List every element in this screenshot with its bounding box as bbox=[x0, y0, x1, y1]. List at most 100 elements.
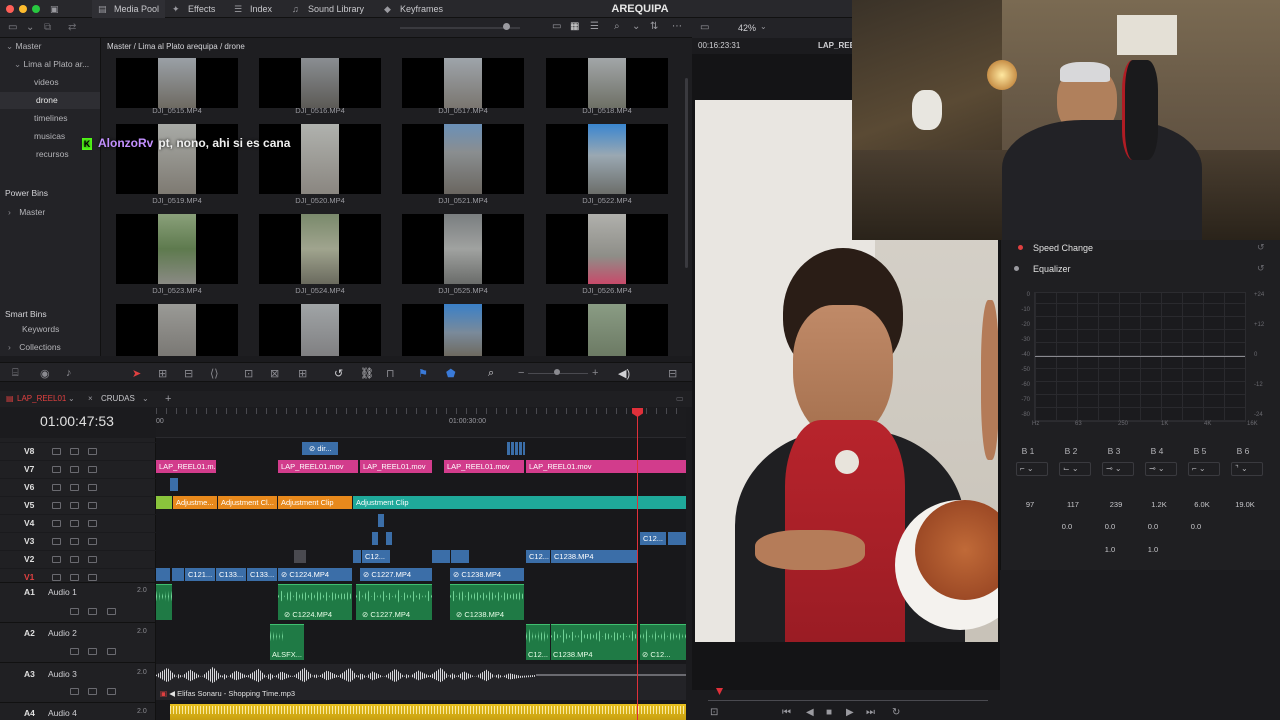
audio-clip-a4[interactable] bbox=[170, 704, 686, 720]
timeline-clip[interactable] bbox=[156, 568, 170, 581]
zoom-slider-handle[interactable] bbox=[554, 369, 560, 375]
playhead[interactable] bbox=[637, 408, 638, 720]
audio-clip[interactable]: ⊘ C1227.MP4 bbox=[356, 584, 432, 620]
close-tab-icon[interactable]: × bbox=[88, 393, 93, 405]
clip-thumbnail[interactable] bbox=[402, 304, 524, 356]
clip-thumbnail[interactable] bbox=[259, 214, 381, 284]
timeline-clip[interactable]: ⊘ dir... bbox=[302, 442, 338, 455]
speaker-icon[interactable]: ◀) bbox=[618, 367, 630, 380]
timeline-clip[interactable]: C121... bbox=[185, 568, 215, 581]
eq-band-frequency[interactable]: 117 bbox=[1057, 500, 1089, 509]
reset-icon[interactable]: ↺ bbox=[1257, 263, 1265, 274]
scrubber-handle[interactable] bbox=[716, 688, 723, 695]
lock-track-icon[interactable] bbox=[52, 448, 61, 455]
jog-bar[interactable] bbox=[708, 700, 988, 701]
auto-select-icon[interactable] bbox=[70, 538, 79, 545]
eq-band-frequency[interactable]: 19.0K bbox=[1229, 500, 1261, 509]
timeline-clip[interactable] bbox=[372, 532, 378, 545]
timeline-clip[interactable]: C12... bbox=[362, 550, 390, 563]
auto-select-icon[interactable] bbox=[70, 466, 79, 473]
tab-media-pool[interactable]: ▤ Media Pool bbox=[92, 0, 166, 18]
clip-thumbnail[interactable] bbox=[546, 214, 668, 284]
timeline-clip[interactable]: LAP_REEL01.mov bbox=[526, 460, 686, 473]
lock-track-icon[interactable] bbox=[52, 538, 61, 545]
auto-select-icon[interactable] bbox=[70, 520, 79, 527]
audio-clip[interactable]: C12... bbox=[526, 624, 550, 660]
tab-crudas[interactable]: CRUDAS bbox=[101, 393, 135, 405]
bin-list-icon[interactable]: ▭ bbox=[8, 22, 17, 33]
play-reverse-icon[interactable]: ◀ bbox=[806, 707, 814, 718]
clip-thumbnail[interactable] bbox=[259, 304, 381, 356]
eq-band-frequency[interactable]: 97 bbox=[1014, 500, 1046, 509]
marker-icon[interactable]: ⬟ bbox=[446, 367, 456, 380]
audio-clip[interactable]: ⊘ C1224.MP4 bbox=[278, 584, 352, 620]
audio-clip[interactable]: C1238.MP4 bbox=[551, 624, 637, 660]
sidebar-item-power-master[interactable]: › Master bbox=[0, 204, 100, 221]
insert-clip-icon[interactable]: ⊡ bbox=[244, 367, 253, 380]
eq-band-gain[interactable]: 0.0 bbox=[1094, 522, 1126, 531]
overwrite-clip-icon[interactable]: ⊠ bbox=[270, 367, 279, 380]
clip-thumbnail[interactable] bbox=[402, 124, 524, 194]
timeline-clip[interactable] bbox=[668, 532, 686, 545]
chevron-down-icon[interactable]: ⌄ bbox=[68, 393, 75, 405]
link-icon[interactable]: ⛓ bbox=[360, 367, 374, 380]
sidebar-item-keywords[interactable]: Keywords bbox=[0, 321, 100, 338]
toggle-track-icon[interactable] bbox=[88, 556, 97, 563]
toggle-track-icon[interactable] bbox=[88, 520, 97, 527]
timeline-clip[interactable] bbox=[386, 532, 392, 545]
auto-select-icon[interactable] bbox=[70, 574, 79, 581]
eq-band-gain[interactable]: 0.0 bbox=[1180, 522, 1212, 531]
timeline-clip[interactable]: C1238.MP4 bbox=[551, 550, 637, 563]
audio-clip[interactable]: ⊘ C1238.MP4 bbox=[450, 584, 524, 620]
thumbnail-slider-handle[interactable] bbox=[503, 23, 510, 30]
clip-thumbnail[interactable] bbox=[116, 214, 238, 284]
track-header-v4[interactable]: V4 bbox=[0, 514, 156, 532]
eq-band-gain[interactable]: 0.0 bbox=[1051, 522, 1083, 531]
sidebar-item-collections[interactable]: › Collections bbox=[0, 339, 100, 356]
viewer-layout-icon[interactable]: ▭ bbox=[700, 22, 709, 33]
timeline-clip[interactable]: Adjustment Cl... bbox=[218, 496, 277, 509]
sidebar-item-videos[interactable]: videos bbox=[0, 74, 100, 91]
toggle-track-icon[interactable] bbox=[88, 466, 97, 473]
clip-thumbnail[interactable] bbox=[546, 124, 668, 194]
timeline-clip[interactable]: Adjustme... bbox=[173, 496, 217, 509]
lock-track-icon[interactable] bbox=[52, 556, 61, 563]
more-options-icon[interactable]: ⋯ bbox=[672, 21, 682, 32]
filter-icon[interactable]: ⌄ bbox=[632, 21, 640, 32]
track-header-v7[interactable]: V7 bbox=[0, 460, 156, 478]
search-icon[interactable]: ⌕ bbox=[614, 21, 620, 32]
track-header-a1[interactable]: A1 Audio 1 2.0 bbox=[0, 582, 156, 622]
timeline-clip[interactable]: C12... bbox=[526, 550, 550, 563]
sidebar-item-lima-al-plato[interactable]: ⌄ Lima al Plato ar... bbox=[0, 56, 100, 73]
tab-lap-reel01[interactable]: LAP_REEL01 bbox=[17, 393, 66, 405]
sidebar-item-drone[interactable]: drone bbox=[0, 92, 100, 109]
play-icon[interactable]: ▶ bbox=[846, 707, 854, 718]
metadata-view-icon[interactable]: ▭ bbox=[552, 21, 561, 32]
timeline-clip[interactable]: C133... bbox=[247, 568, 277, 581]
toggle-track-icon[interactable] bbox=[88, 448, 97, 455]
timeline-clip[interactable] bbox=[172, 568, 184, 581]
timeline-clip[interactable]: ⊘ C1238.MP4 bbox=[450, 568, 524, 581]
track-header-v6[interactable]: V6 bbox=[0, 478, 156, 496]
reset-icon[interactable]: ↺ bbox=[1257, 242, 1265, 253]
lock-track-icon[interactable] bbox=[70, 648, 79, 655]
track-header-v2[interactable]: V2 bbox=[0, 550, 156, 568]
track-header-a2[interactable]: A2 Audio 2 2.0 bbox=[0, 622, 156, 662]
speed-change-indicator[interactable] bbox=[1018, 245, 1023, 250]
timeline-clip[interactable]: C133... bbox=[216, 568, 246, 581]
eq-band-gain[interactable]: 0.0 bbox=[1137, 522, 1169, 531]
toggle-track-icon[interactable] bbox=[88, 484, 97, 491]
mute-icon[interactable] bbox=[107, 648, 116, 655]
auto-select-icon[interactable] bbox=[70, 448, 79, 455]
link-icon[interactable]: ⧉ bbox=[44, 22, 51, 33]
solo-icon[interactable] bbox=[88, 648, 97, 655]
equalizer-heading[interactable]: Equalizer bbox=[1033, 264, 1071, 274]
minimize-window-button[interactable] bbox=[19, 5, 27, 13]
loop-icon[interactable]: ↻ bbox=[892, 707, 900, 718]
eq-band-frequency[interactable]: 239 bbox=[1100, 500, 1132, 509]
timeline-clip[interactable] bbox=[170, 478, 178, 491]
solo-icon[interactable] bbox=[88, 688, 97, 695]
lock-track-icon[interactable] bbox=[52, 574, 61, 581]
eq-band-filter-type[interactable]: ⌝ ⌄ bbox=[1231, 462, 1263, 476]
eq-band-q[interactable]: 1.0 bbox=[1137, 545, 1169, 554]
